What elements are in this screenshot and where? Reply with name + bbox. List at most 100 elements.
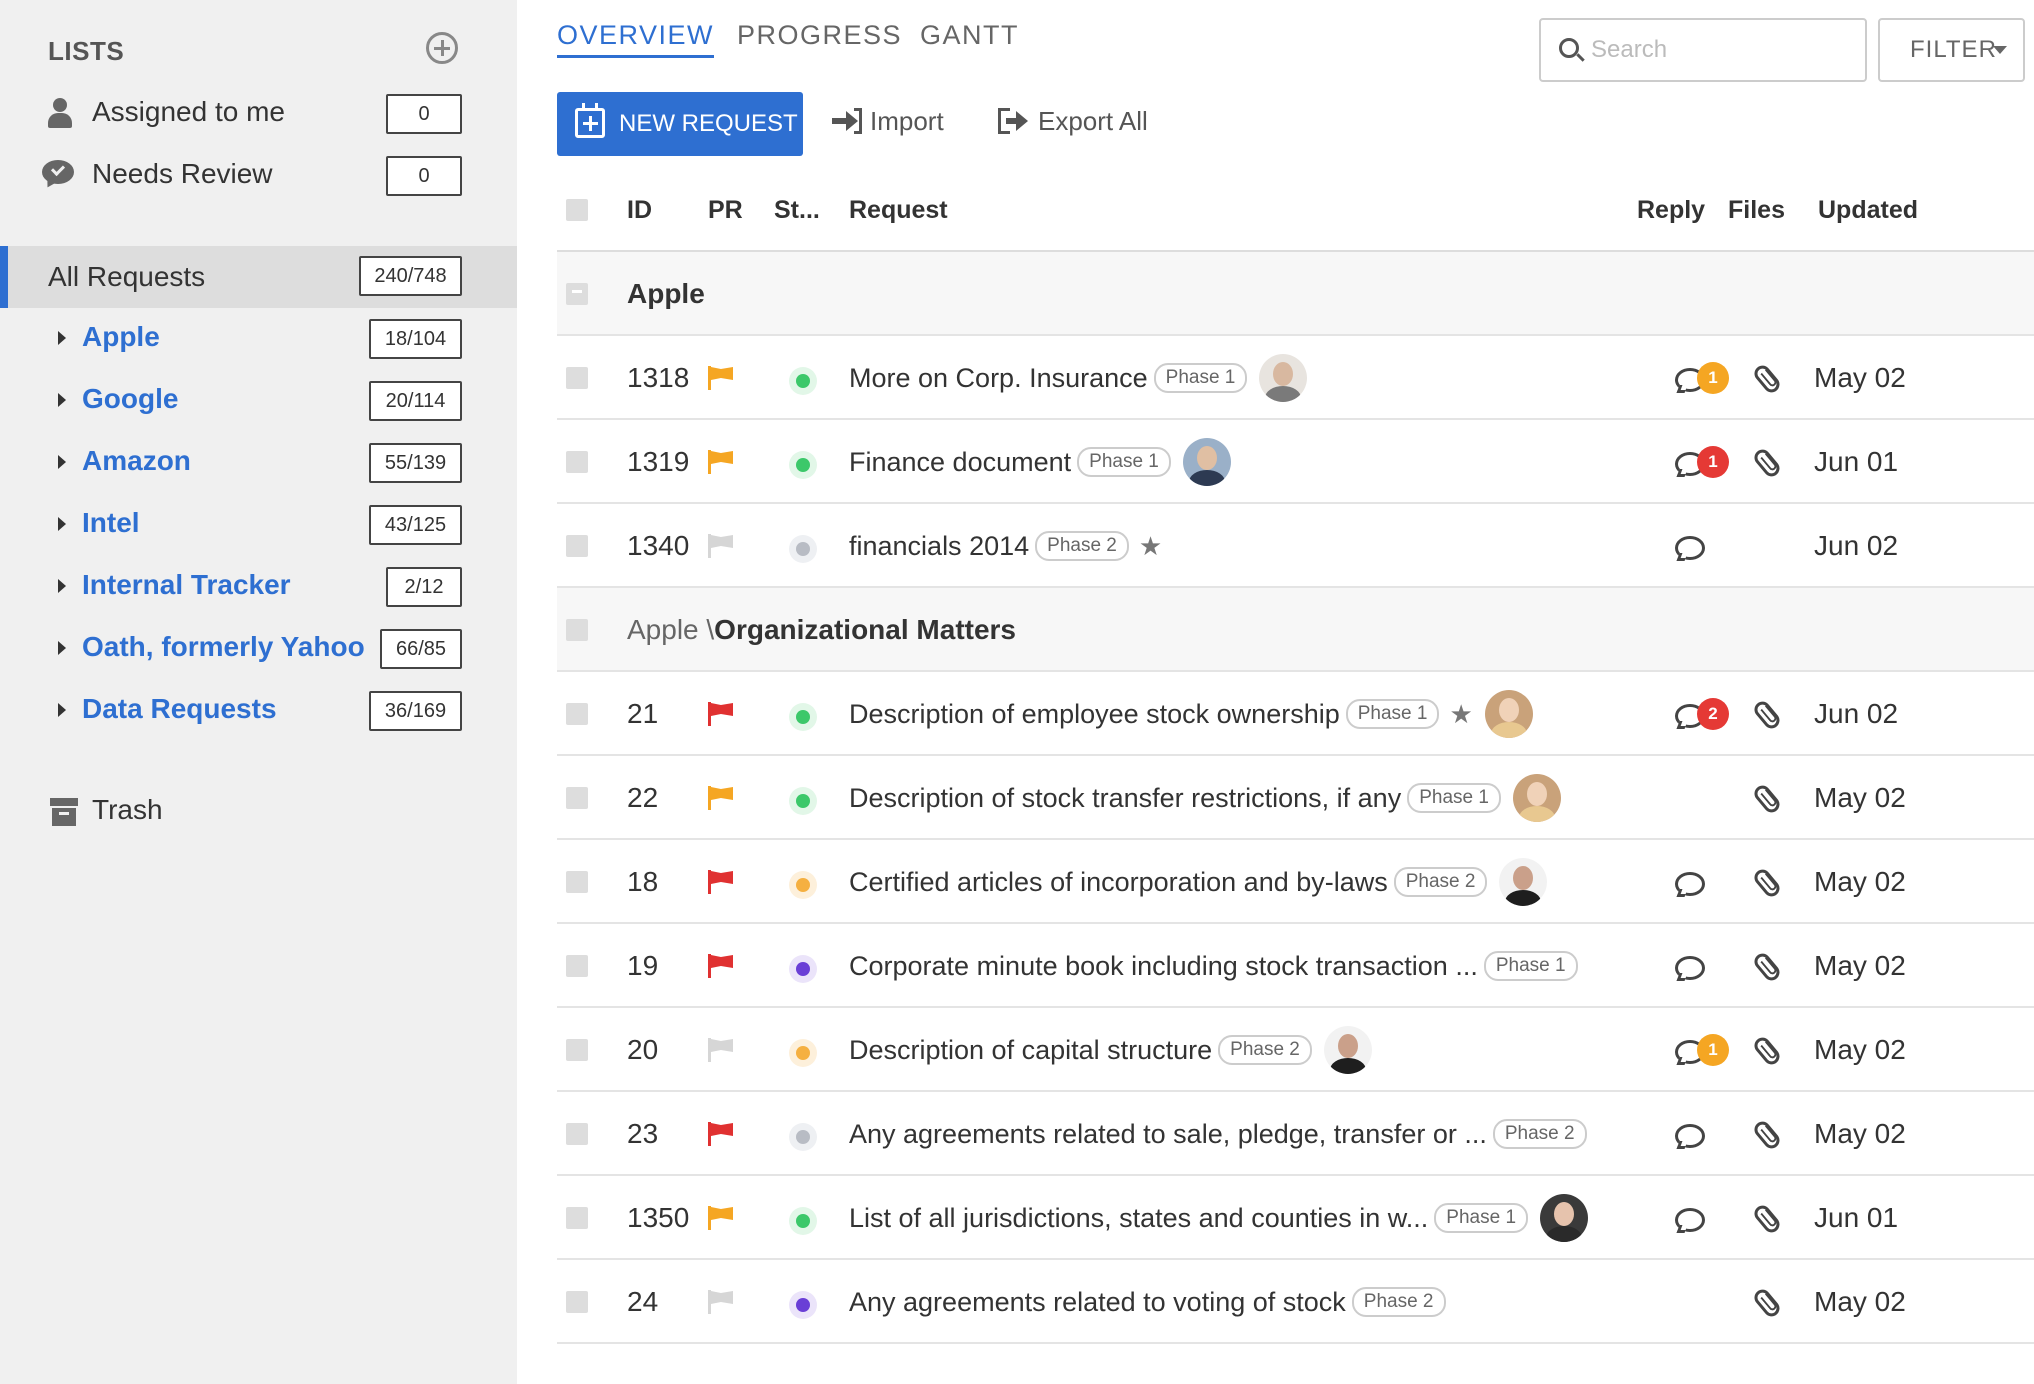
status-dot-icon[interactable] [789, 1207, 817, 1235]
table-row[interactable]: 18 Certified articles of incorporation an… [557, 840, 2034, 924]
add-list-icon[interactable] [426, 32, 458, 64]
row-checkbox[interactable] [566, 367, 588, 389]
table-row[interactable]: 1350 List of all jurisdictions, states an… [557, 1176, 2034, 1260]
table-row[interactable]: 24 Any agreements related to voting of st… [557, 1260, 2034, 1344]
row-checkbox[interactable] [566, 451, 588, 473]
status-dot-icon[interactable] [789, 1291, 817, 1319]
request-title[interactable]: Finance document [849, 447, 1071, 478]
request-title[interactable]: List of all jurisdictions, states and co… [849, 1203, 1428, 1234]
row-checkbox[interactable] [566, 955, 588, 977]
request-title[interactable]: Corporate minute book including stock tr… [849, 951, 1478, 982]
paperclip-icon[interactable] [1751, 1034, 1783, 1068]
caret-right-icon[interactable] [58, 579, 66, 593]
row-checkbox[interactable] [566, 535, 588, 557]
priority-flag-icon[interactable] [708, 450, 734, 474]
priority-flag-icon[interactable] [708, 1038, 734, 1062]
sidebar-item-client[interactable]: Apple 18/104 [0, 311, 517, 367]
column-header-id[interactable]: ID [627, 196, 652, 225]
sidebar-item-client[interactable]: Intel 43/125 [0, 497, 517, 553]
table-row[interactable]: 1340 financials 2014 Phase 2 ★ Jun 02 [557, 504, 2034, 588]
table-row[interactable]: 22 Description of stock transfer restrict… [557, 756, 2034, 840]
status-dot-icon[interactable] [789, 1123, 817, 1151]
status-dot-icon[interactable] [789, 1039, 817, 1067]
reply-bubble-icon[interactable] [1675, 1124, 1705, 1149]
priority-flag-icon[interactable] [708, 366, 734, 390]
tab-overview[interactable]: OVERVIEW [557, 20, 715, 58]
priority-flag-icon[interactable] [708, 954, 734, 978]
priority-flag-icon[interactable] [708, 786, 734, 810]
table-row[interactable]: 1318 More on Corp. Insurance Phase 1 1 May 0… [557, 336, 2034, 420]
status-dot-icon[interactable] [789, 451, 817, 479]
priority-flag-icon[interactable] [708, 702, 734, 726]
request-title[interactable]: Description of employee stock ownership [849, 699, 1340, 730]
column-header-reply[interactable]: Reply [1637, 196, 1705, 225]
request-title[interactable]: Any agreements related to sale, pledge, … [849, 1119, 1487, 1150]
column-header-status[interactable]: St... [774, 196, 820, 225]
status-dot-icon[interactable] [789, 871, 817, 899]
sidebar-item-trash[interactable]: Trash [0, 784, 517, 840]
export-icon[interactable] [998, 108, 1028, 134]
priority-flag-icon[interactable] [708, 1122, 734, 1146]
group-checkbox[interactable] [566, 283, 588, 305]
row-checkbox[interactable] [566, 1039, 588, 1061]
row-checkbox[interactable] [566, 703, 588, 725]
table-row[interactable]: 21 Description of employee stock ownershi… [557, 672, 2034, 756]
filter-button[interactable]: FILTER [1878, 18, 2025, 82]
paperclip-icon[interactable] [1751, 446, 1783, 480]
priority-flag-icon[interactable] [708, 534, 734, 558]
request-title[interactable]: Certified articles of incorporation and … [849, 867, 1388, 898]
table-row[interactable]: 20 Description of capital structure Phase … [557, 1008, 2034, 1092]
new-request-button[interactable]: NEW REQUEST [557, 92, 803, 156]
reply-bubble-icon[interactable] [1675, 536, 1705, 561]
reply-bubble-icon[interactable] [1675, 872, 1705, 897]
sidebar-item-client[interactable]: Google 20/114 [0, 373, 517, 429]
star-icon[interactable]: ★ [1139, 531, 1162, 562]
request-title[interactable]: Description of stock transfer restrictio… [849, 783, 1401, 814]
status-dot-icon[interactable] [789, 787, 817, 815]
reply-bubble-icon[interactable] [1675, 1208, 1705, 1233]
group-row[interactable]: Apple [557, 252, 2034, 336]
row-checkbox[interactable] [566, 1207, 588, 1229]
column-header-request[interactable]: Request [849, 196, 948, 225]
sidebar-item-client[interactable]: Data Requests 36/169 [0, 683, 517, 739]
priority-flag-icon[interactable] [708, 1290, 734, 1314]
paperclip-icon[interactable] [1751, 1118, 1783, 1152]
caret-right-icon[interactable] [58, 331, 66, 345]
caret-right-icon[interactable] [58, 517, 66, 531]
request-title[interactable]: Any agreements related to voting of stoc… [849, 1287, 1346, 1318]
row-checkbox[interactable] [566, 871, 588, 893]
sidebar-item-client[interactable]: Internal Tracker 2/12 [0, 559, 517, 615]
star-icon[interactable]: ★ [1449, 699, 1472, 730]
paperclip-icon[interactable] [1751, 362, 1783, 396]
column-header-files[interactable]: Files [1728, 196, 1785, 225]
request-title[interactable]: More on Corp. Insurance [849, 363, 1148, 394]
tab-progress[interactable]: PROGRESS [737, 20, 902, 51]
import-icon[interactable] [832, 108, 862, 134]
request-title[interactable]: financials 2014 [849, 531, 1029, 562]
group-row[interactable]: Apple \Organizational Matters [557, 588, 2034, 672]
table-row[interactable]: 19 Corporate minute book including stock … [557, 924, 2034, 1008]
caret-right-icon[interactable] [58, 641, 66, 655]
sidebar-item-all-requests[interactable]: All Requests 240/748 [0, 246, 517, 308]
row-checkbox[interactable] [566, 1123, 588, 1145]
column-header-pr[interactable]: PR [708, 196, 743, 225]
request-title[interactable]: Description of capital structure [849, 1035, 1212, 1066]
import-link[interactable]: Import [870, 106, 944, 137]
caret-right-icon[interactable] [58, 393, 66, 407]
paperclip-icon[interactable] [1751, 782, 1783, 816]
tab-gantt[interactable]: GANTT [920, 20, 1019, 51]
caret-right-icon[interactable] [58, 455, 66, 469]
paperclip-icon[interactable] [1751, 698, 1783, 732]
table-row[interactable]: 1319 Finance document Phase 1 1 Jun 01 [557, 420, 2034, 504]
sidebar-item-needs-review[interactable]: Needs Review 0 [0, 148, 517, 204]
sidebar-item-assigned-to-me[interactable]: Assigned to me 0 [0, 86, 517, 142]
paperclip-icon[interactable] [1751, 1286, 1783, 1320]
paperclip-icon[interactable] [1751, 1202, 1783, 1236]
paperclip-icon[interactable] [1751, 950, 1783, 984]
table-row[interactable]: 23 Any agreements related to sale, pledge… [557, 1092, 2034, 1176]
export-all-link[interactable]: Export All [1038, 106, 1148, 137]
paperclip-icon[interactable] [1751, 866, 1783, 900]
search-input[interactable] [1591, 30, 1851, 70]
priority-flag-icon[interactable] [708, 870, 734, 894]
select-all-checkbox[interactable] [566, 199, 588, 221]
